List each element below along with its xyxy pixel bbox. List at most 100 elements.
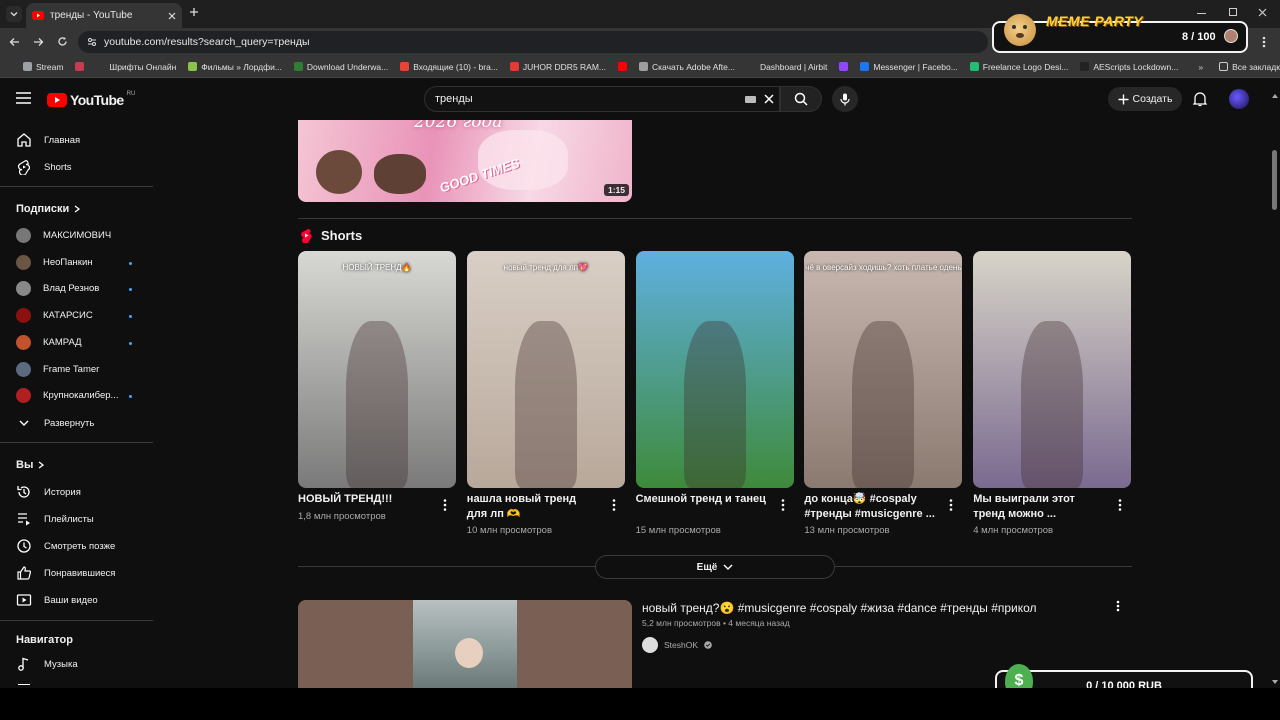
- youtube-favicon-icon: [32, 11, 44, 20]
- short-thumbnail[interactable]: новый тренд для лп💖: [466, 251, 625, 488]
- bookmark-item[interactable]: Download Underwa...: [288, 62, 394, 72]
- search-button[interactable]: [780, 86, 822, 112]
- channel-avatar: [16, 281, 31, 297]
- scroll-up-icon[interactable]: [1272, 94, 1278, 98]
- bookmarks-overflow-icon[interactable]: »: [1198, 62, 1203, 72]
- video-thumbnail[interactable]: [298, 600, 632, 688]
- bookmark-item[interactable]: [612, 62, 633, 71]
- sidebar-item-subscription[interactable]: Крупнокалибер...: [16, 388, 118, 404]
- youtube-logo-icon: [47, 93, 67, 107]
- keyboard-icon[interactable]: [745, 96, 756, 103]
- more-actions-icon[interactable]: [609, 498, 619, 512]
- sidebar-item-subscription[interactable]: НеоПанкин: [16, 254, 93, 270]
- chevron-right-icon: [38, 461, 45, 469]
- bookmark-item[interactable]: Входящие (10) - bra...: [394, 62, 504, 72]
- window-close-icon[interactable]: [1258, 8, 1267, 17]
- playlists-icon: [18, 513, 30, 526]
- more-actions-icon[interactable]: [1116, 600, 1120, 612]
- page-scrollbar[interactable]: [1270, 94, 1280, 688]
- more-actions-icon[interactable]: [440, 498, 450, 512]
- short-title[interactable]: Мы выиграли этот тренд можно ...: [973, 492, 1105, 522]
- account-avatar[interactable]: [1229, 89, 1249, 109]
- you-title: Вы: [16, 459, 34, 471]
- sidebar-item-your-videos[interactable]: Ваши видео: [16, 592, 98, 608]
- more-actions-icon[interactable]: [946, 498, 956, 512]
- show-more-button[interactable]: Ещё: [595, 555, 835, 579]
- bookmark-item[interactable]: Freelance Logo Desi...: [964, 62, 1075, 72]
- more-actions-icon[interactable]: [778, 498, 788, 512]
- sidebar-item-liked[interactable]: Понравившиеся: [16, 565, 115, 581]
- thumbnail-person: [683, 321, 746, 488]
- scroll-down-icon[interactable]: [1272, 680, 1278, 684]
- reload-icon[interactable]: [57, 36, 68, 47]
- you-heading[interactable]: Вы: [16, 459, 45, 471]
- video-thumbnail[interactable]: 2026 года GOOD TIMES 1:15: [298, 120, 632, 202]
- channel-link[interactable]: SteshOK: [642, 637, 712, 653]
- bookmark-item[interactable]: Stream: [17, 62, 69, 72]
- address-bar[interactable]: youtube.com/results?search_query=тренды: [78, 31, 988, 53]
- back-icon[interactable]: [9, 37, 20, 47]
- scrollbar-thumb[interactable]: [1272, 150, 1277, 210]
- sidebar-item-music[interactable]: Музыка: [16, 656, 78, 672]
- notifications-bell-icon[interactable]: [1193, 91, 1207, 107]
- video-title[interactable]: новый тренд?😮 #musicgenre #cospaly #жиза…: [642, 601, 1037, 615]
- sidebar-item-subscription[interactable]: КАТАРСИС: [16, 308, 93, 324]
- create-button[interactable]: Создать: [1108, 87, 1182, 111]
- bookmark-favicon-icon: [293, 62, 303, 71]
- bookmark-item[interactable]: JUHOR DDR5 RAM...: [504, 62, 612, 72]
- short-thumbnail[interactable]: [635, 251, 794, 488]
- forward-icon[interactable]: [33, 37, 44, 47]
- doge-icon: [1004, 14, 1036, 46]
- bookmark-item[interactable]: Messenger | Facebo...: [854, 62, 963, 72]
- bookmark-item[interactable]: Шрифты Онлайн: [90, 62, 182, 72]
- clear-search-icon[interactable]: [764, 94, 774, 104]
- bookmark-item[interactable]: Фильмы » Лордфи...: [182, 62, 288, 72]
- search-input[interactable]: тренды: [424, 86, 780, 112]
- bookmark-item[interactable]: [833, 62, 854, 71]
- sidebar-item-subscription[interactable]: Влад Резнов: [16, 281, 99, 297]
- maximize-icon[interactable]: [1229, 8, 1237, 16]
- short-title[interactable]: НОВЫЙ ТРЕНД!!!: [298, 492, 430, 507]
- minimize-icon[interactable]: [1197, 13, 1206, 14]
- sidebar-item-history[interactable]: История: [16, 484, 81, 500]
- browser-menu-icon[interactable]: [1262, 36, 1266, 48]
- voice-search-button[interactable]: [832, 86, 858, 112]
- youtube-logo[interactable]: YouTube RU: [47, 91, 135, 108]
- sidebar-item-home[interactable]: Главная: [16, 132, 80, 148]
- show-more-label: Ещё: [696, 561, 718, 573]
- sidebar-item-shorts[interactable]: Shorts: [16, 159, 71, 175]
- sidebar-item-subscription[interactable]: МАКСИМОВИЧ: [16, 228, 111, 243]
- sidebar-item-expand[interactable]: Развернуть: [16, 415, 94, 431]
- sidebar-item-label: Смотреть позже: [44, 540, 116, 552]
- short-thumbnail[interactable]: [973, 251, 1132, 488]
- all-bookmarks[interactable]: Все закладки: [1213, 62, 1280, 72]
- new-tab-button[interactable]: [189, 7, 199, 17]
- short-title[interactable]: Смешной тренд и танец: [636, 492, 768, 507]
- site-info-icon[interactable]: [87, 37, 97, 47]
- tab-search-button[interactable]: [6, 6, 22, 22]
- close-icon[interactable]: [168, 12, 176, 20]
- bookmark-item[interactable]: AEScripts Lockdown...: [1074, 62, 1184, 72]
- bookmark-favicon-icon: [96, 62, 106, 71]
- thumbnail-character: [316, 150, 362, 194]
- sidebar-item-watch-later[interactable]: Смотреть позже: [16, 538, 115, 554]
- short-thumbnail[interactable]: НОВЫЙ ТРЕНД🔥: [298, 251, 456, 488]
- short-title[interactable]: до конца🤯 #cospaly #тренды #musicgenre .…: [804, 492, 936, 522]
- more-actions-icon[interactable]: [1115, 498, 1125, 512]
- short-title[interactable]: нашла новый тренд для лп 🫶: [467, 492, 599, 522]
- sidebar-item-playlists[interactable]: Плейлисты: [16, 511, 94, 527]
- create-label: Создать: [1132, 93, 1173, 105]
- browser-tab[interactable]: тренды - YouTube: [26, 3, 182, 28]
- menu-icon[interactable]: [16, 92, 31, 104]
- short-thumbnail[interactable]: чё в оверсайз ходишь? хоть платье одень: [804, 251, 963, 488]
- sidebar-item-subscription[interactable]: КАМРАД: [16, 334, 82, 350]
- new-content-dot: [129, 288, 132, 292]
- subscriptions-title: Подписки: [16, 203, 70, 215]
- bookmark-item[interactable]: Dashboard | Airbit: [741, 62, 833, 72]
- bookmark-item[interactable]: [69, 62, 90, 71]
- subscriptions-heading[interactable]: Подписки: [16, 203, 81, 215]
- sidebar-item-subscription[interactable]: Frame Tamer: [16, 361, 99, 377]
- chevron-down-icon: [723, 564, 733, 570]
- bookmark-item[interactable]: Скачать Adobe Afte...: [633, 62, 741, 72]
- plus-icon: [1118, 94, 1129, 104]
